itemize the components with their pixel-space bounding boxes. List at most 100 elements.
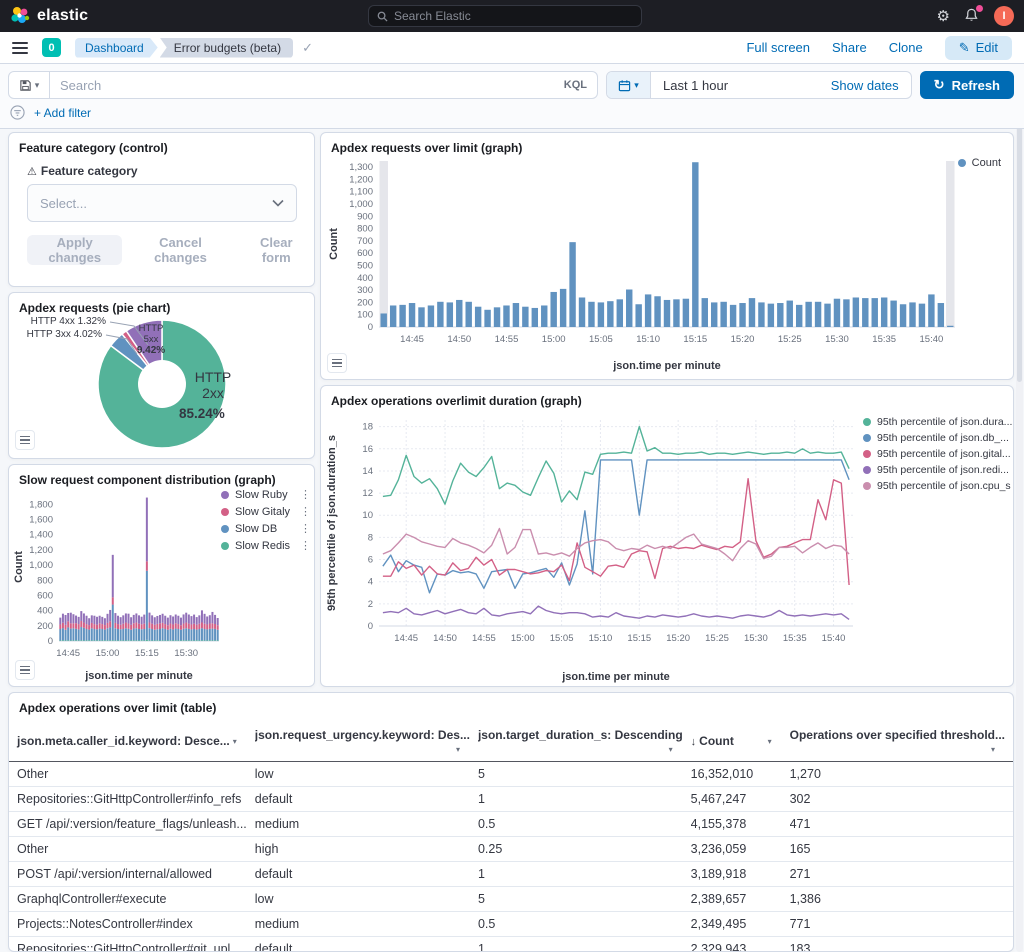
legend-menu-icon[interactable]: ⋮ bbox=[300, 488, 311, 501]
saved-query-menu-button[interactable]: ▾ bbox=[8, 71, 50, 99]
scrollbar-thumb[interactable] bbox=[1017, 102, 1022, 382]
panel-feature-category-control: Feature category (control) ⚠ Feature cat… bbox=[8, 132, 315, 287]
legend-menu-icon[interactable]: ⋮ bbox=[300, 522, 311, 535]
table-cell: 0.5 bbox=[478, 912, 691, 937]
column-header[interactable]: Operations over specified threshold...▾ bbox=[790, 721, 1013, 762]
avatar[interactable]: I bbox=[994, 6, 1014, 26]
page-scrollbar[interactable] bbox=[1016, 32, 1023, 952]
panel-apdex-operations-overlimit-duration: Apdex operations overlimit duration (gra… bbox=[320, 385, 1014, 687]
sort-caret-icon[interactable]: ▾ bbox=[768, 737, 772, 746]
legend-toggle-icon[interactable] bbox=[327, 353, 347, 373]
table-row: Otherlow516,352,0101,270 bbox=[9, 762, 1013, 787]
svg-text:8: 8 bbox=[368, 532, 373, 543]
table-cell: Repositories::GitHttpController#git_upl.… bbox=[9, 937, 255, 952]
table-cell: 271 bbox=[790, 862, 1013, 887]
global-search-input[interactable]: Search Elastic bbox=[368, 5, 642, 27]
elastic-logo[interactable]: elastic bbox=[10, 6, 88, 26]
legend-item[interactable]: 95th percentile of json.redi... bbox=[863, 464, 1012, 476]
filter-icon[interactable] bbox=[10, 105, 25, 120]
svg-text:14:55: 14:55 bbox=[495, 334, 519, 345]
legend-item[interactable]: Count bbox=[958, 157, 1001, 169]
svg-text:15:00: 15:00 bbox=[511, 633, 535, 644]
legend-item[interactable]: 95th percentile of json.gital... bbox=[863, 448, 1012, 460]
column-header[interactable]: json.request_urgency.keyword: Des...▾ bbox=[255, 721, 478, 762]
time-range-value[interactable]: Last 1 hour bbox=[651, 78, 819, 93]
apply-changes-button[interactable]: Apply changes bbox=[27, 235, 122, 265]
gear-icon[interactable]: ⚙ bbox=[937, 7, 950, 25]
table-cell: Other bbox=[9, 837, 255, 862]
breadcrumb-dashboard[interactable]: Dashboard bbox=[75, 38, 158, 58]
legend-menu-icon[interactable]: ⋮ bbox=[300, 539, 311, 552]
legend-item[interactable]: 95th percentile of json.db_... bbox=[863, 432, 1012, 444]
notifications-icon[interactable] bbox=[964, 8, 980, 24]
refresh-button[interactable]: ↻ Refresh bbox=[920, 71, 1014, 99]
menu-icon[interactable] bbox=[12, 42, 28, 54]
svg-text:800: 800 bbox=[357, 224, 373, 235]
svg-text:400: 400 bbox=[37, 606, 53, 617]
svg-text:1,000: 1,000 bbox=[349, 199, 373, 210]
table-cell: high bbox=[255, 837, 478, 862]
clone-button[interactable]: Clone bbox=[889, 40, 923, 55]
search-input[interactable]: Search KQL bbox=[50, 71, 598, 99]
legend-item[interactable]: 95th percentile of json.cpu_s bbox=[863, 480, 1012, 492]
svg-text:0: 0 bbox=[48, 636, 53, 647]
pie-label-2xx-pct: 85.24% bbox=[179, 406, 225, 421]
svg-text:15:00: 15:00 bbox=[96, 648, 120, 659]
sort-caret-icon[interactable]: ▾ bbox=[456, 745, 460, 754]
share-button[interactable]: Share bbox=[832, 40, 867, 55]
stacked-bar-chart[interactable]: 02004006008001,0001,2001,4001,6001,80014… bbox=[11, 485, 223, 685]
quick-select-button[interactable]: ▾ bbox=[607, 72, 651, 98]
legend-toggle-icon[interactable] bbox=[15, 660, 35, 680]
bar-chart[interactable]: 01002003004005006007008009001,0001,1001,… bbox=[321, 153, 1013, 375]
legend-item[interactable]: Slow Gitaly⋮ bbox=[221, 505, 311, 518]
svg-text:1,300: 1,300 bbox=[349, 162, 373, 173]
column-header[interactable]: json.target_duration_s: Descending▾ bbox=[478, 721, 691, 762]
svg-text:14:55: 14:55 bbox=[472, 633, 496, 644]
svg-text:14:50: 14:50 bbox=[433, 633, 457, 644]
legend-toggle-icon[interactable] bbox=[15, 430, 35, 450]
table-row: GET /api/:version/feature_flags/unleash.… bbox=[9, 812, 1013, 837]
legend-dot-icon bbox=[863, 418, 871, 426]
edit-button[interactable]: ✎ Edit bbox=[945, 36, 1012, 60]
table-cell: Repositories::GitHttpController#info_ref… bbox=[9, 787, 255, 812]
sort-caret-icon[interactable]: ▾ bbox=[669, 745, 673, 754]
breadcrumb-current: Error budgets (beta) bbox=[160, 38, 293, 58]
full-screen-button[interactable]: Full screen bbox=[746, 40, 810, 55]
table-cell: 4,155,378 bbox=[691, 812, 790, 837]
table-cell: 0.25 bbox=[478, 837, 691, 862]
add-filter-button[interactable]: + Add filter bbox=[34, 106, 91, 120]
table-cell: 183 bbox=[790, 937, 1013, 952]
space-avatar[interactable]: 0 bbox=[42, 38, 61, 57]
clear-form-button[interactable]: Clear form bbox=[239, 235, 314, 265]
legend-item[interactable]: Slow Redis⋮ bbox=[221, 539, 311, 552]
breadcrumb-check-icon[interactable]: ✓ bbox=[302, 40, 313, 56]
legend-item[interactable]: Slow DB⋮ bbox=[221, 522, 311, 535]
column-header[interactable]: json.meta.caller_id.keyword: Desce...▾ bbox=[9, 721, 255, 762]
sort-caret-icon[interactable]: ▾ bbox=[233, 737, 237, 746]
table-row: Repositories::GitHttpController#info_ref… bbox=[9, 787, 1013, 812]
svg-text:0: 0 bbox=[368, 322, 373, 333]
svg-text:15:30: 15:30 bbox=[744, 633, 768, 644]
column-header[interactable]: ↓Count▾ bbox=[691, 721, 790, 762]
svg-text:1,000: 1,000 bbox=[29, 560, 53, 571]
date-picker: ▾ Last 1 hour Show dates bbox=[606, 71, 912, 99]
kql-button[interactable]: KQL bbox=[564, 79, 587, 91]
svg-text:0: 0 bbox=[368, 621, 373, 632]
sort-caret-icon[interactable]: ▾ bbox=[991, 745, 995, 754]
search-placeholder: Search bbox=[60, 78, 564, 93]
legend-item[interactable]: 95th percentile of json.dura... bbox=[863, 416, 1012, 428]
line-chart[interactable]: 02468101214161814:4514:5014:5515:0015:05… bbox=[321, 404, 861, 686]
query-bar: ▾ Search KQL ▾ Last 1 hour Show dates ↻ … bbox=[0, 64, 1024, 129]
show-dates-button[interactable]: Show dates bbox=[819, 78, 911, 93]
feature-category-select[interactable]: Select... bbox=[27, 184, 297, 222]
table-cell: 771 bbox=[790, 912, 1013, 937]
legend-menu-icon[interactable]: ⋮ bbox=[300, 505, 311, 518]
save-icon bbox=[19, 79, 32, 92]
svg-text:14: 14 bbox=[362, 466, 373, 477]
panel-title: Slow request component distribution (gra… bbox=[9, 465, 314, 487]
legend-item[interactable]: Slow Ruby⋮ bbox=[221, 488, 311, 501]
svg-text:900: 900 bbox=[357, 211, 373, 222]
table-cell: GET /api/:version/feature_flags/unleash.… bbox=[9, 812, 255, 837]
svg-text:Count: Count bbox=[328, 228, 340, 260]
cancel-changes-button[interactable]: Cancel changes bbox=[130, 235, 230, 265]
